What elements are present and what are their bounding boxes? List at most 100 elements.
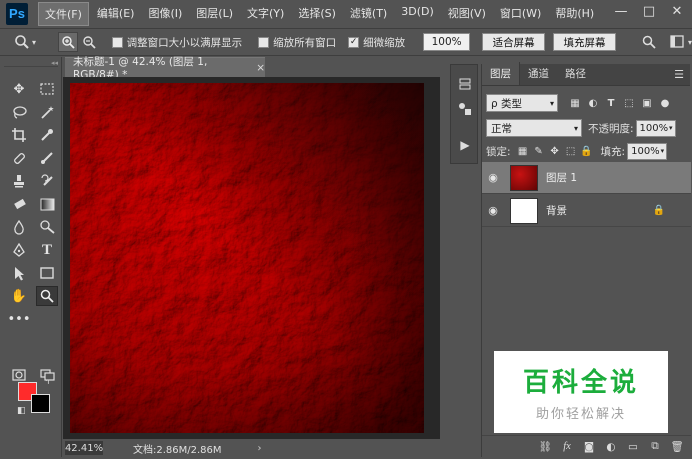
zoom-out-icon[interactable] [82, 35, 96, 49]
document-tab[interactable]: 未标题-1 @ 42.4% (图层 1, RGB/8#) * × [65, 56, 265, 81]
layers-panel-footer: ⛓ fx ◙ ◐ ▭ ⧉ 🗑 [482, 435, 691, 457]
adjustment-layer-icon[interactable]: ◐ [603, 441, 619, 453]
quick-mask-icon[interactable] [8, 365, 30, 385]
zoom-level-field[interactable]: 42.41% [65, 441, 103, 455]
layer-row-background[interactable]: ◉ 背景 🔒 [482, 195, 691, 227]
fit-screen-button[interactable]: 适合屏幕 [482, 33, 546, 51]
layer-mask-icon[interactable]: ◙ [581, 441, 597, 453]
menu-edit[interactable]: 编辑(E) [91, 2, 141, 26]
zoom-tool-icon[interactable] [36, 286, 58, 306]
lock-pixels-icon[interactable]: ✎ [531, 146, 547, 157]
eyedropper-tool-icon[interactable] [36, 125, 58, 145]
fill-field[interactable]: 100% ▾ [627, 142, 668, 160]
history-brush-tool-icon[interactable] [36, 171, 58, 191]
zoom-in-icon[interactable] [58, 32, 78, 52]
lock-all-icon[interactable]: 🔒 [579, 146, 595, 157]
zoom-tool-preset-icon[interactable]: ▾ [14, 34, 36, 50]
pen-tool-icon[interactable] [8, 240, 30, 260]
workspace-icon[interactable]: ▾ [670, 35, 692, 49]
lock-label: 锁定: [486, 145, 511, 158]
type-tool-icon[interactable]: T [36, 240, 58, 260]
tab-paths[interactable]: 路径 [557, 62, 594, 85]
history-panel-icon[interactable] [455, 75, 475, 95]
group-folder-icon[interactable]: ▭ [625, 441, 641, 453]
dodge-tool-icon[interactable] [36, 217, 58, 237]
filter-pixel-icon[interactable]: ▦ [566, 98, 584, 109]
more-tools-icon[interactable]: ••• [8, 309, 31, 329]
checkbox-box[interactable] [258, 36, 270, 48]
eye-icon[interactable]: ◉ [482, 171, 504, 184]
zoom-100-button[interactable]: 100% [423, 33, 471, 51]
fill-screen-button[interactable]: 填充屏幕 [553, 33, 616, 51]
opacity-field[interactable]: 100% ▾ [635, 119, 676, 137]
move-tool-icon[interactable]: ✥ [8, 79, 30, 99]
healing-brush-tool-icon[interactable] [8, 148, 30, 168]
menu-layer[interactable]: 图层(L) [190, 2, 239, 26]
options-bar: ▾ 调整窗口大小以满屏显示 缩放所有窗口 ✓ 细微缩放 100% 适合屏幕 填充… [0, 28, 692, 56]
status-menu-arrow-icon[interactable]: › [258, 443, 262, 454]
crop-tool-icon[interactable] [8, 125, 30, 145]
menu-file[interactable]: 文件(F) [38, 1, 89, 26]
close-icon[interactable]: × [256, 62, 265, 74]
play-action-icon[interactable]: ▶ [455, 135, 475, 155]
magic-wand-tool-icon[interactable] [36, 102, 58, 122]
filter-smart-object-icon[interactable]: ▣ [638, 98, 656, 109]
filter-toggle-icon[interactable]: ● [656, 98, 674, 109]
checkbox-box[interactable] [111, 36, 123, 48]
menu-type[interactable]: 文字(Y) [241, 2, 290, 26]
maximize-button[interactable]: □ [642, 4, 656, 20]
scrubby-zoom-checkbox[interactable]: ✓ 细微缩放 [348, 35, 405, 50]
checkmark-icon[interactable]: ✓ [348, 36, 360, 48]
properties-panel-icon[interactable] [455, 99, 475, 119]
filter-shape-icon[interactable]: ⬚ [620, 98, 638, 109]
clone-stamp-tool-icon[interactable] [8, 171, 30, 191]
filter-adjustment-icon[interactable]: ◐ [584, 98, 602, 109]
layer-filter-select[interactable]: ρ 类型 ▾ [486, 94, 558, 112]
filter-type-icon[interactable]: T [602, 98, 620, 109]
window-controls: — □ ✕ [614, 4, 684, 20]
resize-windows-checkbox[interactable]: 调整窗口大小以满屏显示 [111, 35, 242, 50]
hand-tool-icon[interactable]: ✋ [8, 286, 30, 306]
path-selection-tool-icon[interactable] [8, 263, 30, 283]
background-color-swatch[interactable] [31, 394, 50, 413]
blur-tool-icon[interactable] [8, 217, 30, 237]
rectangle-tool-icon[interactable] [36, 263, 58, 283]
menu-window[interactable]: 窗口(W) [494, 2, 547, 26]
search-icon[interactable] [642, 35, 656, 49]
screen-mode-icon[interactable] [36, 365, 58, 385]
new-layer-icon[interactable]: ⧉ [647, 440, 663, 453]
panel-collapse-icon[interactable]: ◂◂ [4, 59, 58, 67]
menu-3d[interactable]: 3D(D) [395, 2, 440, 26]
menu-image[interactable]: 图像(I) [142, 2, 188, 26]
menu-view[interactable]: 视图(V) [442, 2, 492, 26]
gradient-tool-icon[interactable] [36, 194, 58, 214]
chevron-down-icon: ▾ [573, 123, 578, 133]
zoom-all-windows-checkbox[interactable]: 缩放所有窗口 [258, 35, 336, 50]
lock-position-icon[interactable]: ✥ [547, 146, 563, 157]
lasso-tool-icon[interactable] [8, 102, 30, 122]
canvas-area[interactable] [63, 77, 440, 439]
close-button[interactable]: ✕ [670, 4, 684, 20]
menu-filter[interactable]: 滤镜(T) [344, 2, 393, 26]
layers-list: ◉ 图层 1 ◉ 背景 🔒 [482, 162, 691, 228]
link-layers-icon[interactable]: ⛓ [537, 440, 553, 453]
eraser-tool-icon[interactable] [8, 194, 30, 214]
tab-layers[interactable]: 图层 [482, 62, 520, 85]
menu-select[interactable]: 选择(S) [292, 2, 342, 26]
trash-icon[interactable]: 🗑 [669, 440, 685, 453]
marquee-tool-icon[interactable] [36, 79, 58, 99]
lock-transparent-icon[interactable]: ▦ [515, 146, 531, 157]
lock-artboard-icon[interactable]: ⬚ [563, 146, 579, 157]
blend-mode-select[interactable]: 正常 ▾ [486, 119, 582, 137]
layer-row-layer1[interactable]: ◉ 图层 1 [482, 162, 691, 194]
eye-icon[interactable]: ◉ [482, 204, 504, 217]
default-colors-icon[interactable]: ◧ [17, 406, 26, 416]
menu-help[interactable]: 帮助(H) [549, 2, 600, 26]
minimize-button[interactable]: — [614, 4, 628, 20]
tab-channels[interactable]: 通道 [520, 62, 557, 85]
brush-tool-icon[interactable] [36, 148, 58, 168]
layer-style-icon[interactable]: fx [559, 441, 575, 452]
document-canvas[interactable] [70, 83, 424, 433]
watermark-subtitle: 助你轻松解决 [535, 407, 626, 422]
panel-menu-icon[interactable]: ☰ [674, 68, 684, 81]
